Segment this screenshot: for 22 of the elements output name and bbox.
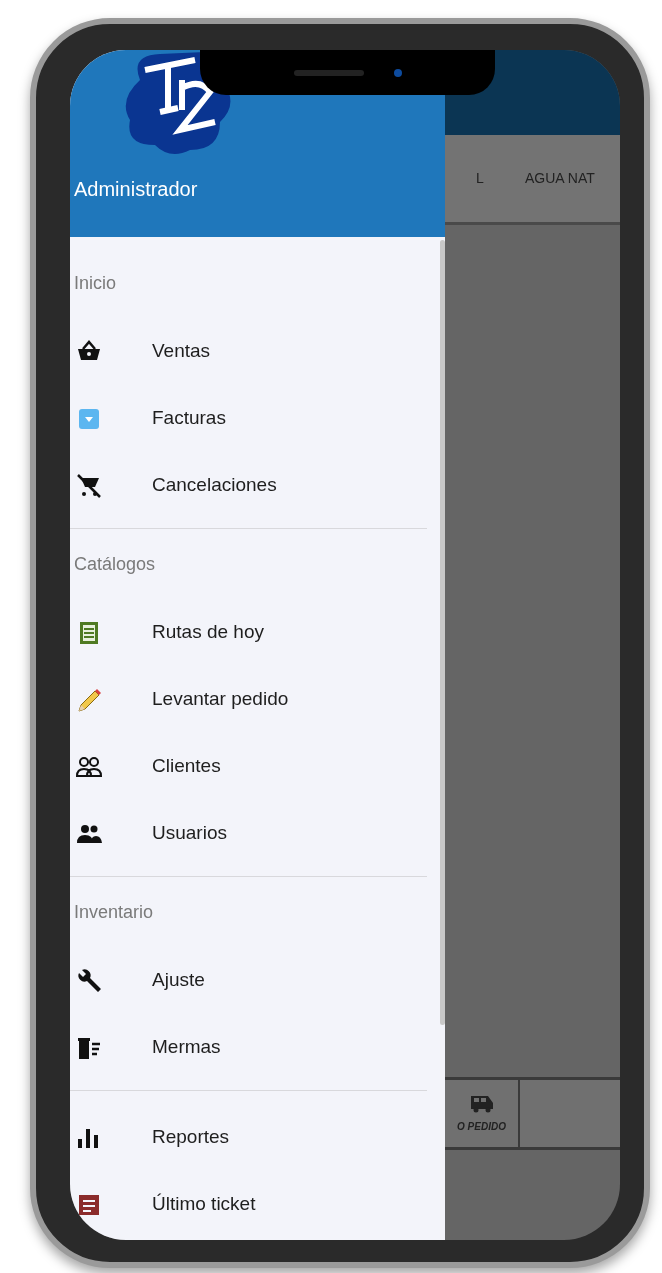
user-role: Administrador [74, 177, 198, 202]
column-header: L [475, 169, 485, 188]
menu-item[interactable]: Levantar pedido [70, 666, 427, 733]
menu-item[interactable]: Rutas de hoy [70, 599, 427, 666]
section-title: Inventario [73, 900, 154, 924]
menu-item[interactable]: Cancelaciones [70, 452, 427, 519]
wrench-icon [75, 966, 103, 995]
menu-item[interactable]: Último ticket [70, 1171, 427, 1238]
menu-item[interactable]: Ajuste [70, 947, 427, 1014]
menu-item[interactable]: Facturas [70, 385, 427, 452]
section-title: Inicio [73, 271, 117, 295]
menu-item[interactable]: Usuarios [70, 800, 427, 867]
crossed-cart-icon [75, 471, 103, 500]
menu-item[interactable]: Mermas [70, 1014, 427, 1081]
van-icon [468, 1093, 495, 1113]
speaker-icon [293, 69, 364, 76]
menu-item[interactable]: Ventas [70, 318, 427, 385]
menu-item[interactable]: Reportes [70, 1104, 427, 1171]
menu-item[interactable]: Clientes [70, 733, 427, 800]
column-header: AGUA NAT [525, 169, 595, 188]
camera-icon [393, 68, 402, 77]
section-title: Catálogos [73, 552, 156, 576]
